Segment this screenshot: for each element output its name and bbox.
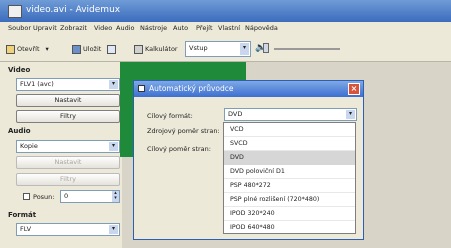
- menu-upravit[interactable]: Upravit: [33, 24, 57, 32]
- menu-soubor[interactable]: Soubor: [8, 24, 31, 32]
- menu-auto[interactable]: Auto: [173, 24, 188, 32]
- audio-filters-button[interactable]: Filtry: [16, 173, 120, 186]
- save-label: Uložit: [83, 45, 102, 53]
- dropdown-option[interactable]: SVCD: [224, 137, 355, 151]
- calculator-label: Kalkulátor: [145, 45, 178, 53]
- option-label: DVD poloviční D1: [230, 168, 285, 175]
- menu-prejit[interactable]: Přejít: [196, 24, 213, 32]
- menu-nastroje[interactable]: Nástroje: [140, 24, 167, 32]
- audio-codec-value: Kopie: [20, 142, 38, 150]
- open-label: Otevřít: [17, 45, 40, 53]
- shift-spinbox[interactable]: 0 ▴ ▾: [60, 190, 120, 203]
- properties-button[interactable]: [107, 43, 116, 55]
- volume-slider-track[interactable]: [274, 48, 340, 50]
- dropdown-option-selected[interactable]: DVD: [224, 151, 355, 165]
- video-codec-value: FLV1 (avc): [20, 80, 54, 88]
- target-format-label: Cílový formát:: [147, 112, 193, 120]
- target-format-value: DVD: [228, 110, 243, 118]
- close-icon[interactable]: ×: [348, 83, 360, 95]
- volume-slider-thumb[interactable]: [263, 43, 269, 53]
- format-section-label: Formát: [8, 211, 37, 219]
- chevron-down-icon: ▾: [346, 110, 355, 119]
- option-label: DVD: [230, 154, 244, 161]
- video-config-button[interactable]: Nastavit: [16, 94, 120, 107]
- dropdown-option[interactable]: VCD: [224, 123, 355, 137]
- option-label: PSP plné rozlišení (720*480): [230, 196, 320, 203]
- video-section-label: Video: [8, 66, 31, 74]
- chevron-down-icon: ▾: [240, 43, 249, 55]
- target-format-dropdown: VCD SVCD DVD DVD poloviční D1 PSP 480*27…: [223, 122, 356, 234]
- spin-arrows-icon: ▴ ▾: [112, 191, 119, 202]
- chevron-down-icon: ▾: [109, 80, 118, 89]
- calculator-button[interactable]: Kalkulátor: [134, 43, 178, 55]
- format-combo[interactable]: FLV ▾: [16, 223, 120, 236]
- shift-label: Posun:: [33, 193, 55, 201]
- option-label: PSP 480*272: [230, 182, 271, 189]
- dialog-titlebar: Automatický průvodce ×: [134, 81, 363, 97]
- input-combo[interactable]: Vstup ▾: [185, 41, 251, 57]
- menu-vlastni[interactable]: Vlastní: [218, 24, 240, 32]
- toolbar: Otevřít ▾ Uložit Kalkulátor Vstup ▾: [0, 35, 451, 62]
- video-filters-button[interactable]: Filtry: [16, 110, 120, 123]
- shift-checkbox[interactable]: [23, 193, 30, 200]
- save-button[interactable]: Uložit: [72, 43, 101, 55]
- dropdown-option[interactable]: PSP 480*272: [224, 179, 355, 193]
- option-label: SVCD: [230, 140, 248, 147]
- menubar: Soubor Upravit Zobrazit Video Audio Nást…: [0, 22, 451, 35]
- app-icon: [8, 5, 22, 18]
- video-codec-combo[interactable]: FLV1 (avc) ▾: [16, 78, 120, 91]
- menu-napoveda[interactable]: Nápověda: [245, 24, 278, 32]
- audio-config-button[interactable]: Nastavit: [16, 156, 120, 169]
- open-button[interactable]: Otevřít ▾: [6, 43, 49, 55]
- chevron-down-icon: ▾: [109, 142, 118, 151]
- input-combo-value: Vstup: [189, 44, 208, 52]
- dialog-app-icon: [138, 85, 145, 92]
- window-title: video.avi - Avidemux: [26, 5, 121, 15]
- properties-icon: [107, 44, 116, 54]
- dropdown-option[interactable]: IPOD 640*480: [224, 221, 355, 235]
- source-ratio-label: Zdrojový poměr stran:: [147, 127, 220, 135]
- audio-codec-combo[interactable]: Kopie ▾: [16, 140, 120, 153]
- menu-zobrazit[interactable]: Zobrazit: [60, 24, 87, 32]
- dropdown-option[interactable]: IPOD 320*240: [224, 207, 355, 221]
- save-icon: [72, 44, 81, 54]
- dropdown-option[interactable]: PSP plné rozlišení (720*480): [224, 193, 355, 207]
- menu-audio[interactable]: Audio: [116, 24, 134, 32]
- folder-icon: [6, 44, 15, 54]
- target-ratio-label: Cílový poměr stran:: [147, 145, 211, 153]
- chevron-down-icon: ▾: [109, 225, 118, 234]
- chevron-down-icon[interactable]: ▾: [46, 45, 49, 53]
- window-titlebar: video.avi - Avidemux: [0, 0, 451, 22]
- dialog-title: Automatický průvodce: [149, 84, 234, 93]
- target-format-combo[interactable]: DVD ▾: [224, 108, 357, 121]
- audio-section-label: Audio: [8, 127, 31, 135]
- dropdown-option[interactable]: DVD poloviční D1: [224, 165, 355, 179]
- option-label: IPOD 320*240: [230, 210, 275, 217]
- format-value: FLV: [20, 225, 32, 233]
- shift-value: 0: [64, 192, 69, 200]
- calculator-icon: [134, 44, 143, 54]
- menu-video[interactable]: Video: [94, 24, 112, 32]
- option-label: IPOD 640*480: [230, 224, 275, 231]
- option-label: VCD: [230, 126, 244, 133]
